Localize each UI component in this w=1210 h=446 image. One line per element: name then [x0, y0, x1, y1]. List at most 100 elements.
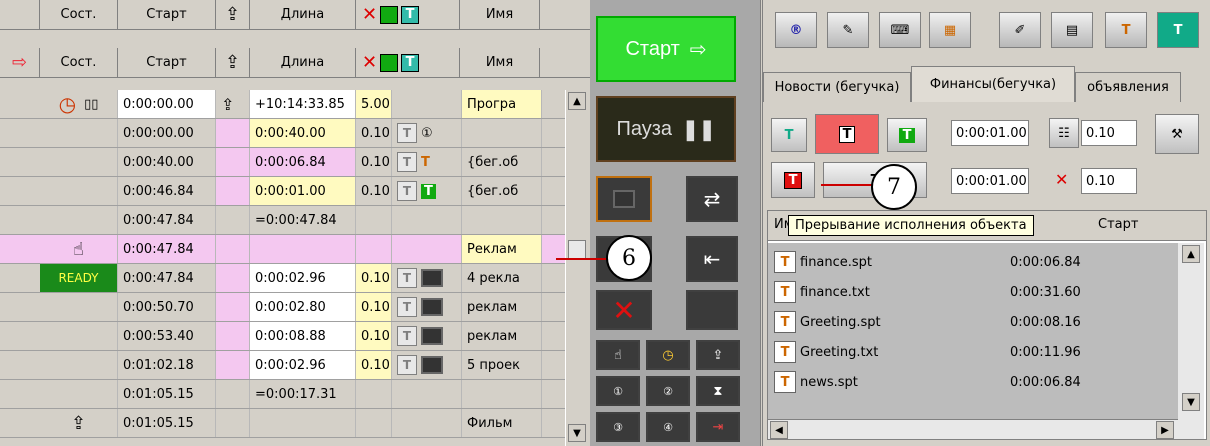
table-row[interactable]: 0:00:00.00 0:00:40.00 0.10 T ① [0, 119, 565, 148]
table-row[interactable]: ◷ ▯▯ 0:00:00.00 ⇪ +10:14:33.85 5.00 Програ [0, 90, 565, 119]
table-row[interactable]: 0:00:50.70 0:00:02.80 0.10 Tреклам [0, 293, 565, 322]
table-row[interactable]: ⇪ 0:01:05.15 Фильм [0, 409, 565, 438]
delete-button[interactable]: ✕ [596, 290, 652, 330]
file-time: 0:00:11.96 [1010, 344, 1081, 360]
speed-field-2[interactable]: 0.10 [1081, 168, 1137, 194]
col-state-header-2[interactable]: Сост. [40, 48, 118, 77]
text-roll-icon[interactable]: T [1157, 12, 1199, 48]
clock-button[interactable]: ◷ [646, 340, 690, 370]
table-row[interactable]: ☝ 0:00:47.84 Реклам [0, 235, 565, 264]
grid-scrollbar[interactable]: ▲ ▼ [565, 90, 587, 446]
tab-finance[interactable]: Финансы(бегучка) [911, 66, 1075, 102]
back-button[interactable]: ⇤ [686, 236, 738, 282]
text-roll-small-icon[interactable]: T [771, 118, 807, 152]
pause-button[interactable]: Пауза ❚❚ [596, 96, 736, 162]
empty-button[interactable] [686, 290, 738, 330]
col-state-header[interactable]: Сост. [40, 0, 118, 29]
table-row[interactable]: 0:00:46.84 0:00:01.00 0.10 T T {бег.об [0, 177, 565, 206]
stop-button[interactable]: T [771, 162, 815, 198]
col-length-header-2[interactable]: Длина [250, 48, 356, 77]
text-file-icon[interactable]: T [1105, 12, 1147, 48]
type-cell: T [392, 322, 462, 350]
list-item[interactable]: T Greeting.txt 0:00:11.96 [774, 337, 1174, 367]
tab-announcements[interactable]: объявления [1075, 72, 1181, 102]
layer2-button[interactable]: ② [646, 376, 690, 406]
col-start-header[interactable]: Старт [1098, 217, 1138, 232]
paint-icon[interactable]: ✐ [999, 12, 1041, 48]
callout-6-line [556, 258, 606, 260]
text-t-icon: T [397, 355, 417, 375]
layer-icon [380, 53, 399, 72]
return-cell [216, 264, 250, 292]
tab-news[interactable]: Новости (бегучка) [763, 72, 911, 102]
registered-icon[interactable]: ® [775, 12, 817, 48]
table-row[interactable]: READY 0:00:47.84 0:00:02.96 0.10 T 4 рекла [0, 264, 565, 293]
hourglass-icon: ⧗ [713, 383, 723, 399]
list-item[interactable]: Tnews.spt 0:00:06.84 [774, 367, 1174, 397]
file-scroll-up[interactable]: ▲ [1182, 245, 1200, 263]
duration-field-2[interactable]: 0:00:01.00 [951, 168, 1029, 194]
exit-button[interactable]: ⇥ [696, 412, 740, 442]
grid-header: ⇨ Сост. Старт ⇪ Длина ✕ T Имя [0, 48, 590, 78]
text-file-icon: T [774, 341, 796, 363]
col-name-header-2[interactable]: Имя [460, 48, 540, 77]
table-row[interactable]: 0:01:05.15 =0:00:17.31 [0, 380, 565, 409]
table-row[interactable]: 0:00:53.40 0:00:08.88 0.10 Tреклам [0, 322, 565, 351]
table-row[interactable]: 0:00:40.00 0:00:06.84 0.10 T T {бег.об [0, 148, 565, 177]
layer4-button[interactable]: ④ [646, 412, 690, 442]
swap-button[interactable]: ⇄ [686, 176, 738, 222]
hand-icon: ☝ [614, 347, 622, 363]
table-row[interactable]: 0:00:47.84 =0:00:47.84 [0, 206, 565, 235]
speed-field-1[interactable]: 0.10 [1081, 120, 1137, 146]
length-cell: 0:00:06.84 [250, 148, 356, 176]
list-item[interactable]: T Greeting.spt 0:00:08.16 [774, 307, 1174, 337]
list-item[interactable]: Tfinance.txt 0:00:31.60 [774, 277, 1174, 307]
col-length-header[interactable]: Длина [250, 0, 356, 29]
file-hscrollbar[interactable]: ◀ ▶ [768, 419, 1178, 439]
col-start-header-2[interactable]: Старт [118, 48, 216, 77]
hand-icon: ☝ [73, 238, 84, 260]
film-icon [613, 190, 635, 208]
file-scroll-left[interactable]: ◀ [770, 421, 788, 439]
layer-2-icon: ② [663, 384, 673, 398]
settings-button[interactable]: ⚒ [1155, 114, 1199, 154]
hand-button[interactable]: ☝ [596, 340, 640, 370]
col-start-header[interactable]: Старт [118, 0, 216, 29]
return-cell [216, 351, 250, 379]
duration-field-1[interactable]: 0:00:01.00 [951, 120, 1029, 146]
file-name: finance.txt [800, 284, 870, 300]
hourglass-button[interactable]: ⧗ [696, 376, 740, 406]
name-cell: Реклам [462, 235, 542, 263]
scroll-down-button[interactable]: ▼ [568, 424, 586, 442]
return-cell [216, 177, 250, 205]
keyboard-icon[interactable]: ⌨ [879, 12, 921, 48]
brush-icon[interactable]: ✎ [827, 12, 869, 48]
length-cell: 0:00:02.96 [250, 351, 356, 379]
scroll-thumb[interactable] [568, 240, 586, 260]
crawl-icon[interactable]: ▤ [1051, 12, 1093, 48]
ticker-icon[interactable]: ▦ [929, 12, 971, 48]
return-button[interactable]: ⇪ [696, 340, 740, 370]
text-file-button[interactable]: T [815, 114, 879, 154]
layer1-button[interactable]: ① [596, 376, 640, 406]
grid-icon[interactable]: ☷ [1049, 118, 1079, 148]
file-scrollbar[interactable]: ▲ ▼ [1178, 243, 1204, 439]
start-cell: 0:01:05.15 [118, 409, 216, 437]
value-cell: 0.10 [356, 148, 392, 176]
file-time: 0:00:06.84 [1010, 254, 1081, 270]
file-scroll-right[interactable]: ▶ [1156, 421, 1174, 439]
text-file-icon: T [838, 125, 856, 143]
start-button[interactable]: Старт ⇨ [596, 16, 736, 82]
return-cell [216, 235, 250, 263]
file-scroll-down[interactable]: ▼ [1182, 393, 1200, 411]
text-green-button[interactable]: T [887, 118, 927, 152]
layer3-button[interactable]: ③ [596, 412, 640, 442]
col-name-header[interactable]: Имя [460, 0, 540, 29]
text-t-icon: T [397, 297, 417, 317]
film-button[interactable] [596, 176, 652, 222]
table-row[interactable]: 0:01:02.18 0:00:02.96 0.10 T 5 проек [0, 351, 565, 380]
cross-icon: ✕ [362, 52, 378, 73]
value-cell: 0.10 [356, 177, 392, 205]
scroll-up-button[interactable]: ▲ [568, 92, 586, 110]
list-item[interactable]: Tfinance.spt 0:00:06.84 [774, 247, 1174, 277]
